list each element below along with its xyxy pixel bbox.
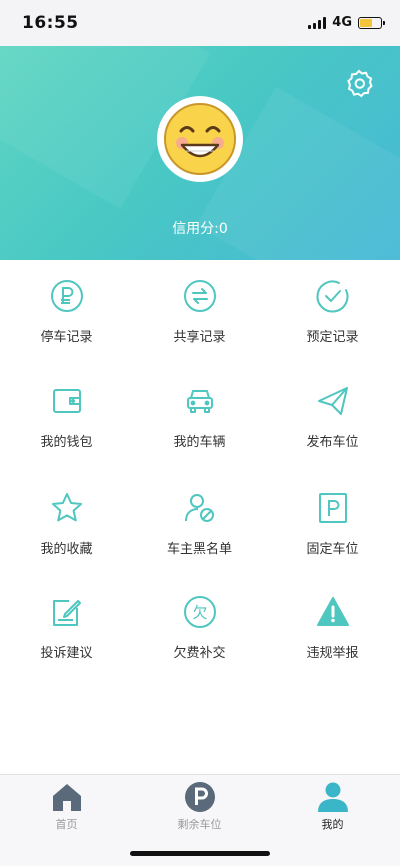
menu-item-favorites[interactable]: 我的收藏 (0, 472, 133, 572)
menu-item-label: 投诉建议 (40, 646, 93, 661)
tab-available-spaces[interactable]: 剩余车位 (133, 781, 266, 832)
reservation-check-icon (316, 280, 348, 313)
profile-header: 信用分:0 (0, 46, 400, 260)
parking-sign-icon (318, 493, 347, 523)
share-arrows-icon (183, 280, 216, 312)
home-indicator (130, 851, 270, 856)
menu-item-reservation-records[interactable]: 预定记录 (266, 260, 399, 360)
tab-home[interactable]: 首页 (0, 781, 133, 832)
home-icon (52, 784, 81, 811)
menu-item-publish-space[interactable]: 发布车位 (266, 365, 399, 465)
arrears-icon: 欠 (183, 596, 216, 628)
menu-item-report-violation[interactable]: 违规举报 (266, 576, 399, 676)
menu-item-label: 我的收藏 (40, 542, 93, 557)
warning-icon (316, 597, 349, 626)
wallet-icon (52, 389, 81, 413)
car-icon (186, 390, 213, 413)
user-block-icon (184, 494, 214, 522)
settings-gear-icon[interactable] (344, 68, 374, 98)
menu-item-label: 车主黑名单 (166, 542, 232, 557)
credit-score: 信用分:0 (172, 221, 228, 237)
menu-item-parking-records[interactable]: 停车记录 (0, 260, 133, 360)
menu-item-blacklist[interactable]: 车主黑名单 (133, 472, 266, 572)
status-time: 16:55 (22, 13, 79, 33)
menu-item-label: 我的钱包 (40, 435, 93, 450)
star-icon (51, 493, 82, 522)
menu-item-label: 停车记录 (40, 330, 93, 345)
tab-label: 我的 (321, 818, 344, 831)
network-type: 4G (332, 15, 352, 30)
paper-plane-icon (317, 387, 348, 415)
user-icon (317, 782, 348, 812)
parking-icon (184, 782, 215, 812)
menu-item-label: 发布车位 (306, 435, 359, 450)
menu-item-feedback[interactable]: 投诉建议 (0, 576, 133, 676)
arrears-glyph: 欠 (192, 604, 207, 622)
menu-item-label: 违规举报 (306, 646, 359, 661)
menu-item-label: 共享记录 (173, 330, 226, 345)
avatar[interactable] (157, 96, 243, 182)
tab-label: 首页 (55, 818, 78, 831)
menu-item-fixed-space[interactable]: 固定车位 (266, 472, 399, 572)
tab-mine[interactable]: 我的 (266, 781, 399, 832)
menu-item-arrears[interactable]: 欠 欠费补交 (133, 576, 266, 676)
status-bar: 16:55 4G (0, 0, 400, 46)
menu-item-label: 预定记录 (306, 330, 359, 345)
battery-icon (358, 16, 385, 29)
parking-coin-icon (50, 280, 83, 312)
menu-item-share-records[interactable]: 共享记录 (133, 260, 266, 360)
menu-item-label: 欠费补交 (173, 646, 226, 661)
menu-item-label: 固定车位 (306, 542, 359, 557)
edit-note-icon (52, 600, 81, 626)
smiley-avatar-icon (164, 103, 236, 175)
menu-item-label: 我的车辆 (173, 435, 226, 450)
status-indicators: 4G (308, 15, 385, 30)
menu-item-my-vehicles[interactable]: 我的车辆 (133, 365, 266, 465)
signal-icon (308, 16, 327, 29)
menu-item-wallet[interactable]: 我的钱包 (0, 365, 133, 465)
tab-label: 剩余车位 (177, 818, 222, 831)
